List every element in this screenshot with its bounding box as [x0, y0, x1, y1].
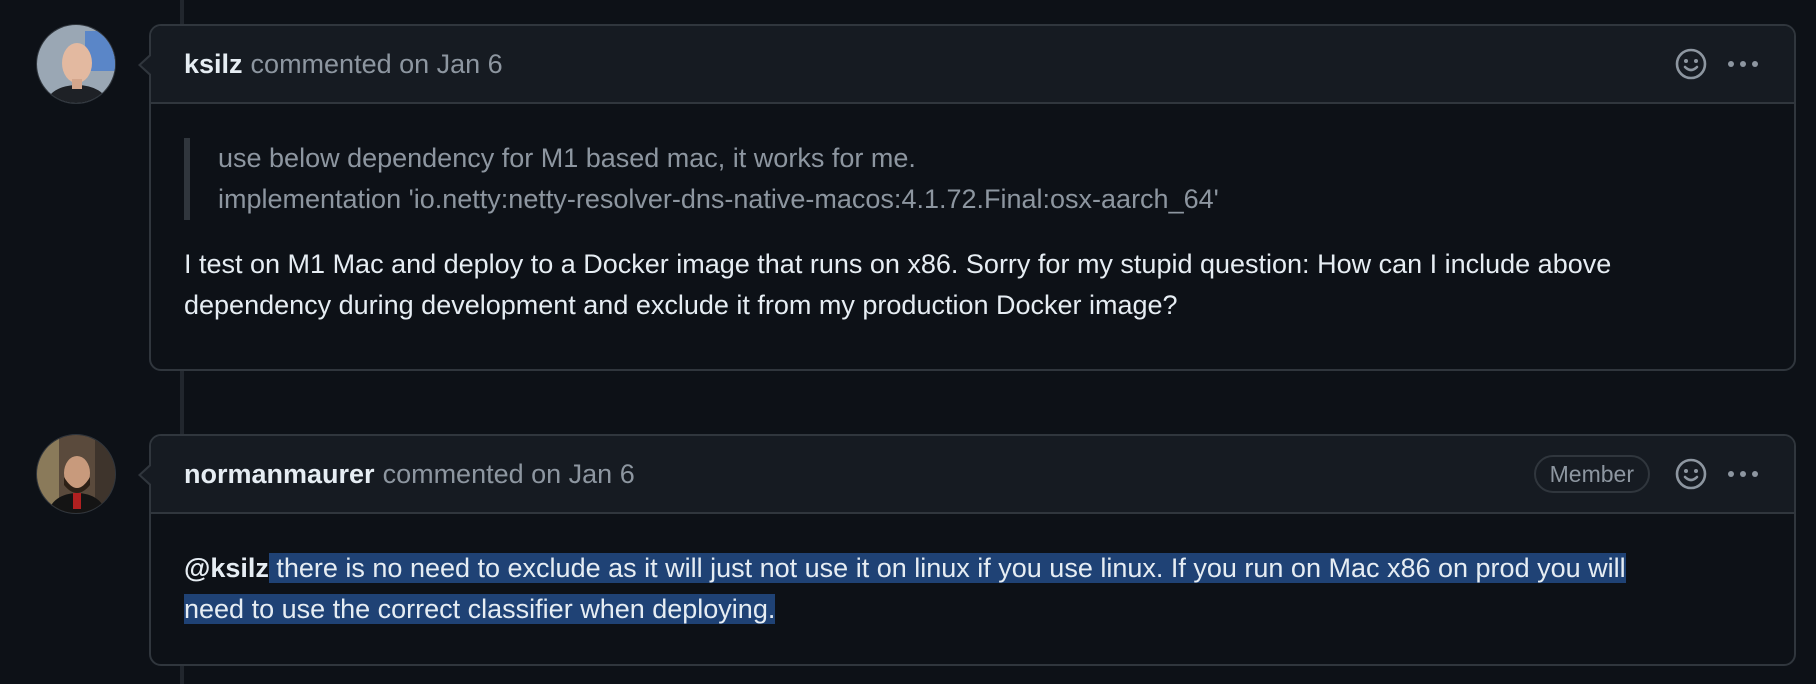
comment-text-line: dependency during development and exclud…	[184, 290, 1178, 320]
comment-card: ksilz commented on Jan 6 use below depen…	[138, 24, 1796, 371]
comment-author[interactable]: normanmaurer	[184, 459, 375, 490]
blockquote: use below dependency for M1 based mac, i…	[184, 138, 1761, 220]
quote-line: implementation 'io.netty:netty-resolver-…	[218, 184, 1219, 214]
comment-timestamp[interactable]: commented on Jan 6	[251, 49, 503, 80]
smiley-icon[interactable]	[1674, 47, 1708, 81]
comment-author[interactable]: ksilz	[184, 49, 243, 80]
kebab-horizontal-icon[interactable]	[1724, 467, 1762, 481]
comment-header: ksilz commented on Jan 6	[151, 26, 1794, 104]
comment-text-line: I test on M1 Mac and deploy to a Docker …	[184, 249, 1612, 279]
comment-body: use below dependency for M1 based mac, i…	[151, 138, 1794, 326]
comment-header: normanmaurer commented on Jan 6 Member	[151, 436, 1794, 514]
selected-text: there is no need to exclude as it will j…	[268, 553, 1626, 583]
avatar[interactable]	[36, 24, 116, 104]
member-badge: Member	[1533, 455, 1650, 493]
comment-text-line: @ksilz there is no need to exclude as it…	[184, 548, 1761, 589]
quote-line: use below dependency for M1 based mac, i…	[218, 143, 916, 173]
comment-timestamp[interactable]: commented on Jan 6	[383, 459, 635, 490]
selected-text: need to use the correct classifier when …	[184, 594, 776, 624]
kebab-horizontal-icon[interactable]	[1724, 57, 1762, 71]
comment-body: @ksilz there is no need to exclude as it…	[151, 514, 1794, 630]
user-mention[interactable]: @ksilz	[184, 553, 269, 583]
avatar[interactable]	[36, 434, 116, 514]
smiley-icon[interactable]	[1674, 457, 1708, 491]
comment-text-line: need to use the correct classifier when …	[184, 589, 1761, 630]
comment-card: normanmaurer commented on Jan 6 Member @…	[138, 434, 1796, 666]
